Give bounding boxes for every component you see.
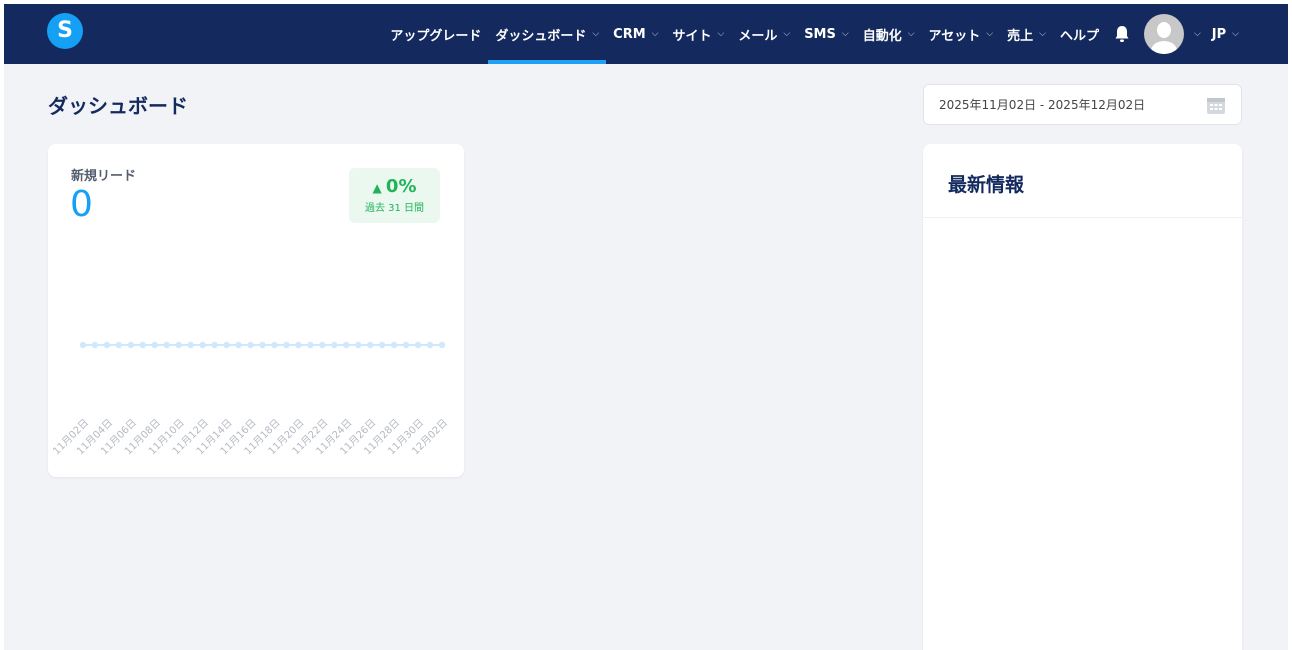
nav-item-label: サイト — [672, 28, 712, 44]
data-point[interactable] — [426, 341, 434, 349]
data-point[interactable] — [295, 341, 302, 349]
date-range-value: 2025年11月02日 - 2025年12月02日 — [939, 98, 1146, 112]
data-point[interactable] — [438, 341, 446, 349]
nav-item-label: CRM — [613, 26, 646, 42]
language-selector[interactable]: JP ⌵ — [1205, 4, 1246, 64]
data-point[interactable] — [127, 341, 135, 349]
data-point[interactable] — [259, 341, 266, 349]
nav-item-6[interactable]: 自動化 ⌵ — [856, 4, 922, 64]
nav-item-0[interactable]: アップグレード — [383, 4, 488, 64]
data-point[interactable] — [378, 341, 386, 349]
news-card: 最新情報 — [923, 144, 1242, 650]
top-navbar: S アップグレード ダッシュボード ⌵ CRM ⌵ サイト ⌵ メール ⌵ SMS ⌵ 自動化 ⌵ アセッ… — [4, 4, 1288, 64]
data-point[interactable] — [211, 341, 218, 349]
data-point[interactable] — [223, 341, 230, 349]
nav-item-9[interactable]: ヘルプ — [1053, 4, 1106, 64]
data-point[interactable] — [163, 341, 170, 349]
calendar-icon — [1207, 97, 1225, 114]
new-leads-card: 新規リード 0 ▲ 0% 過去 31 日間 11月02日 11月04日 11月06日… — [48, 144, 464, 477]
leads-chart: 11月02日11月04日11月06日11月08日11月10日11月12日11月1… — [50, 341, 450, 457]
chevron-down-icon: ⌵ — [1193, 29, 1201, 39]
data-point[interactable] — [247, 341, 254, 349]
language-label: JP — [1211, 26, 1227, 42]
data-point[interactable] — [79, 341, 87, 349]
nav-item-4[interactable]: メール ⌵ — [731, 4, 797, 64]
data-point[interactable] — [319, 341, 326, 349]
avatar-menu-chevron[interactable]: ⌵ — [1184, 4, 1205, 64]
chevron-down-icon: ⌵ — [717, 29, 725, 39]
chevron-down-icon: ⌵ — [592, 29, 600, 39]
nav-item-label: 売上 — [1007, 28, 1034, 44]
main-menu: アップグレード ダッシュボード ⌵ CRM ⌵ サイト ⌵ メール ⌵ SMS ⌵ 自動化 ⌵ アセット ⌵… — [383, 4, 1246, 64]
chevron-down-icon: ⌵ — [986, 29, 994, 39]
data-point[interactable] — [402, 341, 410, 349]
logo[interactable]: S — [47, 13, 83, 49]
nav-item-5[interactable]: SMS ⌵ — [797, 4, 856, 64]
data-point[interactable] — [103, 341, 111, 349]
bell-icon[interactable] — [1114, 25, 1130, 43]
data-point[interactable] — [414, 341, 422, 349]
nav-item-1[interactable]: ダッシュボード ⌵ — [488, 4, 607, 64]
data-point[interactable] — [187, 341, 194, 349]
divider — [923, 217, 1242, 218]
data-point[interactable] — [235, 341, 242, 349]
date-range-picker[interactable]: 2025年11月02日 - 2025年12月02日 — [923, 84, 1242, 125]
nav-item-2[interactable]: CRM ⌵ — [606, 4, 665, 64]
chevron-down-icon: ⌵ — [651, 29, 659, 39]
data-point[interactable] — [367, 341, 374, 349]
nav-item-label: ダッシュボード — [495, 28, 587, 44]
chevron-down-icon: ⌵ — [1232, 29, 1239, 39]
nav-item-label: 自動化 — [862, 28, 902, 44]
chevron-down-icon: ⌵ — [1039, 29, 1046, 39]
data-point[interactable] — [355, 341, 362, 349]
data-point[interactable] — [390, 341, 398, 349]
nav-item-3[interactable]: サイト ⌵ — [666, 4, 732, 64]
chevron-down-icon: ⌵ — [841, 29, 849, 39]
nav-item-7[interactable]: アセット ⌵ — [922, 4, 1001, 64]
data-point[interactable] — [343, 341, 350, 349]
data-point[interactable] — [151, 341, 158, 349]
nav-item-8[interactable]: 売上 ⌵ — [1000, 4, 1053, 64]
app-frame: S アップグレード ダッシュボード ⌵ CRM ⌵ サイト ⌵ メール ⌵ SMS ⌵ 自動化 ⌵ アセッ… — [4, 4, 1288, 650]
nav-item-label: メール — [738, 28, 778, 44]
page-title: ダッシュボード — [48, 94, 188, 118]
nav-item-label: アセット — [928, 28, 981, 44]
data-point[interactable] — [283, 341, 290, 349]
data-point[interactable] — [139, 341, 147, 349]
news-title: 最新情報 — [948, 174, 1025, 196]
avatar[interactable] — [1143, 14, 1184, 54]
data-point[interactable] — [331, 341, 338, 349]
chevron-down-icon: ⌵ — [907, 29, 915, 39]
nav-item-label: SMS — [804, 26, 836, 42]
data-point[interactable] — [307, 341, 314, 349]
data-point[interactable] — [115, 341, 123, 349]
data-point[interactable] — [91, 341, 99, 349]
nav-item-label: ヘルプ — [1059, 28, 1099, 44]
nav-item-label: アップグレード — [390, 28, 482, 44]
chevron-down-icon: ⌵ — [783, 29, 791, 39]
data-point[interactable] — [271, 341, 278, 349]
data-point[interactable] — [175, 341, 182, 349]
data-point[interactable] — [199, 341, 206, 349]
